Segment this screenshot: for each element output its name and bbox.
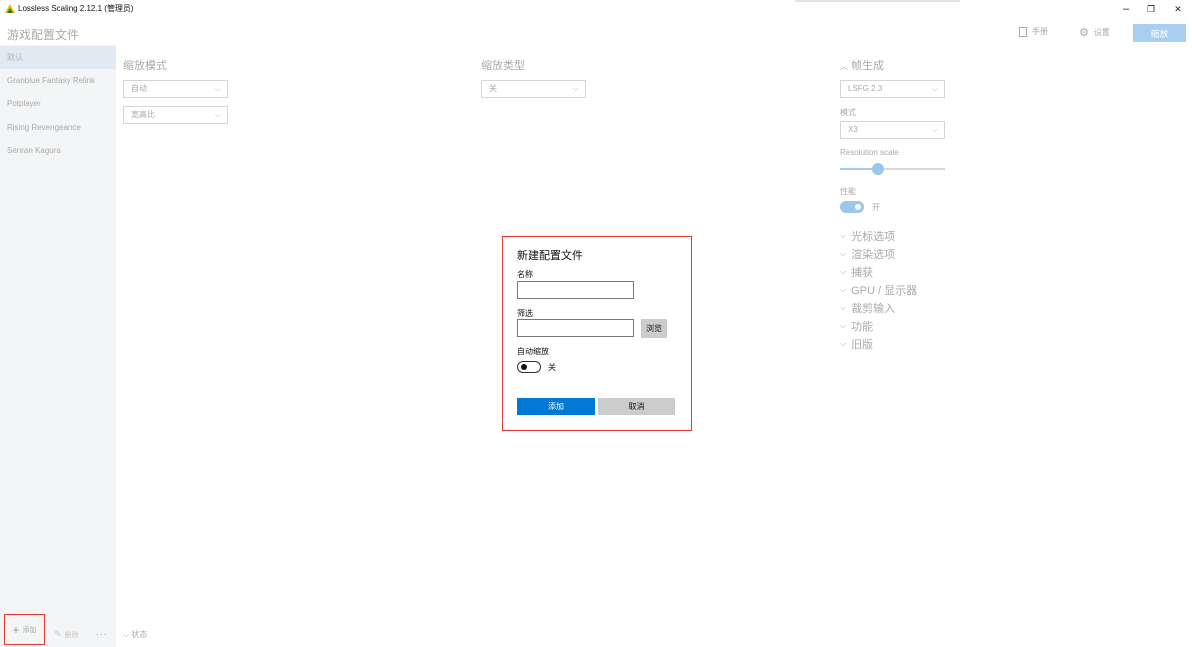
status-label: 状态 (131, 630, 148, 639)
dialog-title: 新建配置文件 (517, 250, 583, 262)
section-label: 光标选项 (851, 231, 896, 243)
section-features[interactable]: ⌵ 功能 (840, 318, 873, 334)
delete-profile-button[interactable]: ✎ 删除 (54, 629, 79, 640)
filter-input[interactable] (517, 319, 634, 337)
mode-label: 模式 (840, 108, 856, 117)
chevron-down-icon: ⌵ (931, 84, 938, 93)
chevron-down-icon: ⌵ (931, 125, 938, 134)
status-toggle[interactable]: ⌵ 状态 (123, 629, 147, 640)
app-logo-icon (5, 4, 15, 13)
chevron-down-icon: ⌵ (123, 630, 130, 639)
section-label: GPU / 显示器 (851, 285, 918, 297)
sidebar-item-default[interactable]: 默认 (0, 46, 116, 69)
section-gpu-display[interactable]: ⌵ GPU / 显示器 (840, 282, 917, 298)
frame-gen-type-value: LSFG 2.3 (848, 84, 883, 93)
window-title: Lossless Scaling 2.12.1 (管理员) (18, 4, 134, 13)
chevron-down-icon: ⌵ (840, 321, 847, 330)
frame-gen-title: 帧生成 (851, 60, 885, 72)
page-title: 游戏配置文件 (7, 28, 80, 42)
scale-mode-title: 缩放模式 (123, 60, 167, 72)
section-capture[interactable]: ⌵ 捕获 (840, 264, 873, 280)
performance-toggle[interactable] (840, 201, 864, 213)
name-input[interactable] (517, 281, 634, 299)
sidebar-item-granblue[interactable]: Granblue Fantasy Relink (0, 69, 116, 92)
auto-scale-state: 关 (548, 363, 556, 372)
chevron-down-icon: ⌵ (572, 84, 579, 93)
gear-icon: ⚙ (1079, 27, 1089, 39)
chevron-down-icon: ⌵ (214, 110, 221, 119)
pencil-icon: ✎ (54, 629, 62, 639)
sidebar-item-senran-kagura[interactable]: Senran Kagura (0, 139, 116, 162)
settings-label: 设置 (1093, 28, 1110, 37)
section-cursor-options[interactable]: ⌵ 光标选项 (840, 228, 895, 244)
toggle-knob (855, 204, 861, 210)
performance-label: 性能 (840, 187, 856, 196)
section-crop-input[interactable]: ⌵ 裁剪输入 (840, 300, 895, 316)
dialog-cancel-button[interactable]: 取消 (598, 398, 675, 415)
mode-value: X3 (848, 125, 858, 134)
aspect-ratio-select[interactable]: 宽高比 ⌵ (123, 106, 228, 124)
scale-mode-value: 自动 (131, 84, 147, 93)
section-label: 渲染选项 (851, 249, 896, 261)
chevron-down-icon: ⌵ (214, 84, 221, 93)
section-label: 旧版 (851, 339, 874, 351)
toggle-knob (521, 364, 527, 370)
chevron-down-icon: ⌵ (840, 249, 847, 258)
sidebar-item-rising-revengeance[interactable]: Rising Revengeance (0, 116, 116, 139)
delete-profile-label: 删除 (64, 631, 79, 639)
chevron-down-icon: ⌵ (840, 285, 847, 294)
filter-label: 筛选 (517, 309, 533, 318)
plus-icon: + (12, 622, 20, 637)
scale-type-title: 缩放类型 (481, 60, 525, 72)
manual-button[interactable]: 手册 (1019, 26, 1048, 37)
scale-type-value: 关 (489, 84, 497, 93)
section-label: 功能 (851, 321, 874, 333)
frame-gen-type-select[interactable]: LSFG 2.3 ⌵ (840, 80, 945, 98)
chevron-down-icon: ⌵ (840, 339, 847, 348)
restore-button[interactable]: ❐ (1141, 2, 1161, 16)
performance-state: 开 (872, 203, 880, 212)
close-button[interactable]: ✕ (1168, 2, 1188, 16)
dialog-add-button[interactable]: 添加 (517, 398, 595, 415)
frame-gen-header[interactable]: ︿ 帧生成 (840, 57, 884, 73)
minimize-button[interactable]: – (1116, 2, 1136, 16)
aspect-ratio-value: 宽高比 (131, 110, 155, 119)
scale-button[interactable]: 缩放 (1133, 24, 1186, 42)
name-label: 名称 (517, 270, 533, 279)
more-options-button[interactable]: ... (96, 627, 107, 638)
settings-button[interactable]: ⚙ 设置 (1079, 26, 1110, 39)
mode-select[interactable]: X3 ⌵ (840, 121, 945, 139)
manual-label: 手册 (1032, 27, 1048, 36)
resolution-scale-label: Resolution scale (840, 148, 899, 157)
chevron-down-icon: ⌵ (840, 303, 847, 312)
section-render-options[interactable]: ⌵ 渲染选项 (840, 246, 895, 262)
section-label: 裁剪输入 (851, 303, 896, 315)
book-icon (1019, 26, 1027, 37)
browse-button[interactable]: 浏览 (641, 319, 667, 338)
scale-type-select[interactable]: 关 ⌵ (481, 80, 586, 98)
resolution-scale-thumb[interactable] (872, 163, 884, 175)
background-strip (795, 0, 960, 2)
add-profile-button[interactable]: + 添加 (4, 614, 45, 645)
sidebar-item-potplayer[interactable]: Potplayer (0, 92, 116, 115)
profile-sidebar: 默认 Granblue Fantasy Relink Potplayer Ris… (0, 45, 116, 647)
auto-scale-label: 自动缩放 (517, 347, 549, 356)
auto-scale-toggle[interactable] (517, 361, 541, 373)
scale-mode-select[interactable]: 自动 ⌵ (123, 80, 228, 98)
title-bar: Lossless Scaling 2.12.1 (管理员) – ❐ ✕ (0, 0, 1192, 18)
chevron-down-icon: ⌵ (840, 231, 847, 240)
section-label: 捕获 (851, 267, 874, 279)
chevron-down-icon: ⌵ (840, 267, 847, 276)
chevron-up-icon: ︿ (840, 62, 848, 71)
add-profile-label: 添加 (22, 626, 37, 634)
section-legacy[interactable]: ⌵ 旧版 (840, 336, 873, 352)
